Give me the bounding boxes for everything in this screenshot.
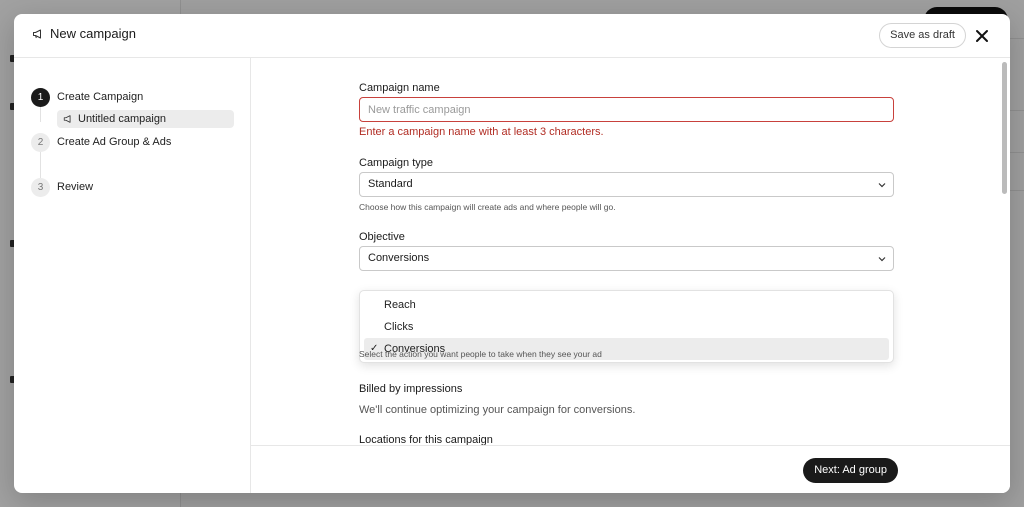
step-label: Review [57,181,94,193]
modal-header: New campaign Save as draft [14,14,1010,58]
step-number: 2 [31,133,50,152]
step-review[interactable]: 3 Review [31,178,93,197]
megaphone-icon [33,29,41,38]
substep-label: Untitled campaign [78,113,167,125]
option-label: Clicks [384,321,414,333]
campaign-name-error: Enter a campaign name with at least 3 ch… [359,126,604,138]
step-number: 3 [31,178,50,197]
campaign-type-select[interactable]: Standard [359,172,894,197]
billing-label: Billed by impressions [359,383,463,395]
objective-value: Conversions [368,252,430,264]
locations-label: Locations for this campaign [359,434,493,445]
step-number: 1 [31,88,50,107]
modal-title: New campaign [32,26,136,41]
step-create-campaign[interactable]: 1 Create Campaign [31,88,143,107]
objective-option-clicks[interactable]: Clicks [364,316,889,338]
objective-help: Select the action you want people to tak… [359,349,602,359]
close-icon [976,30,988,42]
scrollbar[interactable] [1002,62,1007,194]
step-create-ad-group[interactable]: 2 Create Ad Group & Ads [31,133,171,152]
billing-text: We'll continue optimizing your campaign … [359,404,636,416]
objective-select[interactable]: Conversions [359,246,894,271]
campaign-name-input[interactable] [359,97,894,122]
chevron-down-icon [878,183,886,188]
step-navigation: 1 Create Campaign Untitled campaign 2 Cr… [14,58,251,493]
new-campaign-modal: New campaign Save as draft 1 Create Camp… [14,14,1010,493]
next-ad-group-button[interactable]: Next: Ad group [803,458,898,483]
modal-footer: Next: Ad group [251,445,1010,493]
campaign-name-label: Campaign name [359,82,440,94]
form-content: Campaign name Enter a campaign name with… [251,58,1010,445]
save-as-draft-button[interactable]: Save as draft [879,23,966,48]
step-label: Create Ad Group & Ads [57,136,172,148]
objective-label: Objective [359,231,405,243]
chevron-down-icon [878,257,886,262]
option-label: Reach [384,299,416,311]
close-button[interactable] [972,26,992,46]
megaphone-icon [63,115,71,123]
substep-untitled-campaign[interactable]: Untitled campaign [57,110,234,128]
campaign-type-label: Campaign type [359,157,433,169]
campaign-type-value: Standard [368,178,413,190]
objective-option-reach[interactable]: Reach [364,294,889,316]
campaign-type-help: Choose how this campaign will create ads… [359,202,616,212]
modal-title-text: New campaign [50,26,136,41]
step-label: Create Campaign [57,91,144,103]
